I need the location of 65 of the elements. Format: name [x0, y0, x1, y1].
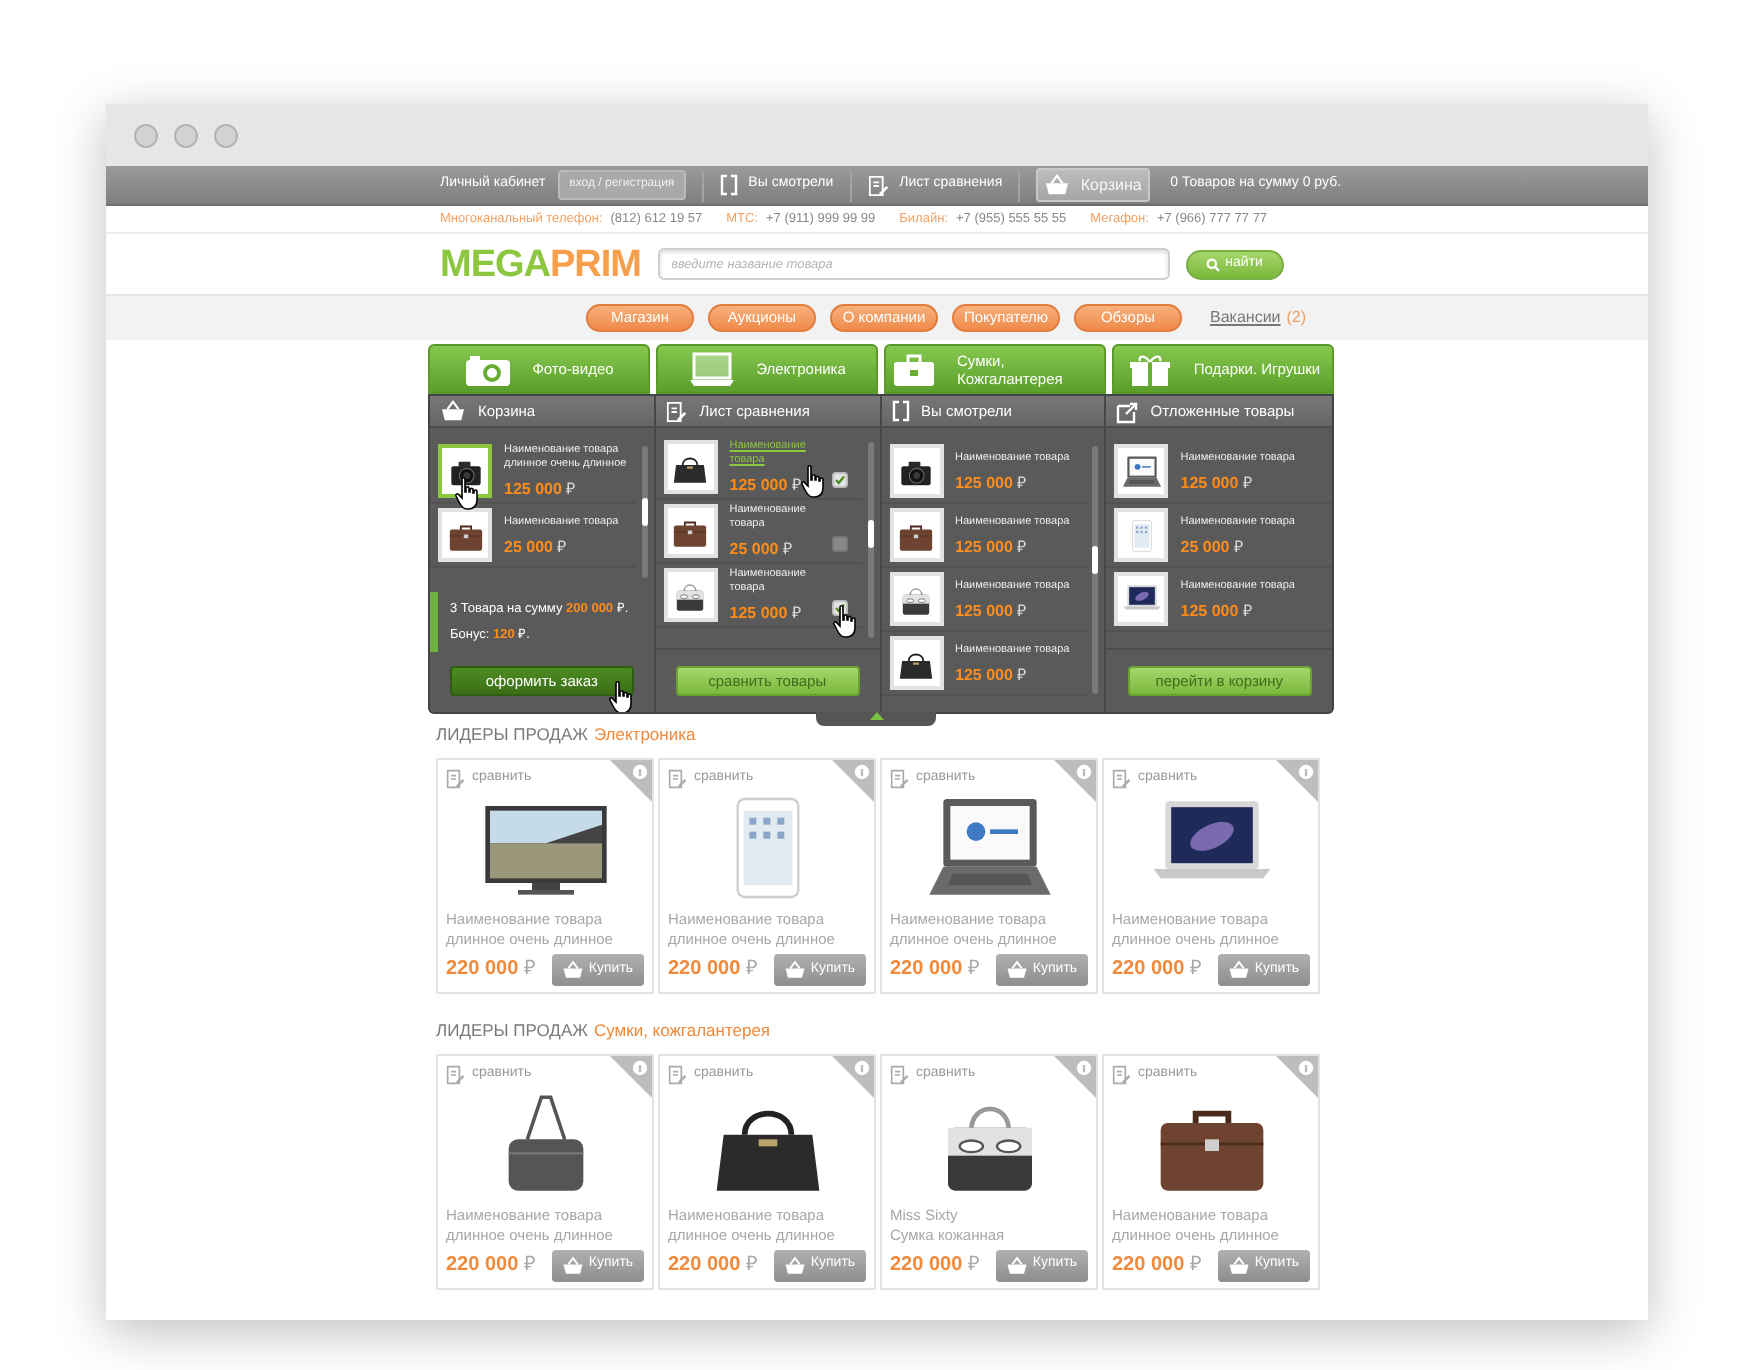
product-price: 25 000 ₽ — [504, 537, 568, 555]
basket-icon — [1228, 1255, 1251, 1275]
document-icon — [668, 767, 688, 790]
compare-checkbox[interactable] — [831, 536, 847, 552]
product-price: 220 000 ₽ — [1112, 1252, 1202, 1280]
basket-icon — [1006, 959, 1029, 980]
basket-icon — [562, 1255, 585, 1275]
document-icon — [668, 1063, 688, 1085]
document-icon — [446, 1063, 466, 1085]
document-icon — [446, 767, 466, 790]
accent-bar — [430, 592, 438, 652]
basket-icon — [1044, 174, 1071, 196]
brackets-icon — [720, 174, 739, 196]
product-price: 125 000 ₽ — [1180, 473, 1253, 491]
vacancies-link[interactable]: Вакансии — [1210, 306, 1281, 330]
laptop-drawing — [1119, 451, 1164, 491]
document-icon — [890, 1063, 910, 1085]
product-price: 125 000 ₽ — [955, 665, 1028, 683]
document-icon — [665, 399, 688, 423]
product-price: 220 000 ₽ — [668, 1252, 758, 1280]
product-price: 220 000 ₽ — [668, 956, 758, 985]
basket-icon — [1228, 959, 1251, 980]
compare-checkbox[interactable] — [831, 472, 847, 488]
basket-icon — [784, 1255, 807, 1275]
section-title: ЛИДЕРЫ ПРОДАЖ — [436, 722, 588, 748]
product-price: 220 000 ₽ — [890, 956, 980, 985]
laptop-icon — [688, 351, 737, 387]
search-icon — [1205, 257, 1220, 271]
product-price: 125 000 ₽ — [955, 601, 1028, 619]
document-icon — [867, 173, 890, 197]
product-price: 125 000 ₽ — [729, 476, 802, 494]
export-icon — [1116, 399, 1139, 423]
scrollbar[interactable] — [867, 442, 873, 638]
product-price: 220 000 ₽ — [446, 956, 536, 985]
product-price: 125 000 ₽ — [955, 473, 1028, 491]
category-link[interactable]: Сумки, кожгалантерея — [593, 1017, 771, 1043]
vacancy-count: (2) — [1286, 306, 1307, 330]
scrollbar[interactable] — [1092, 446, 1099, 694]
product-price: 25 000 ₽ — [1180, 537, 1244, 555]
product-price: 125 000 ₽ — [1180, 601, 1253, 619]
briefcase-icon — [889, 351, 937, 387]
collapse-handle[interactable] — [816, 712, 936, 726]
product-price: 125 000 ₽ — [729, 604, 802, 622]
gift-icon — [1125, 351, 1174, 387]
document-icon — [1112, 767, 1132, 790]
camera-icon — [464, 351, 513, 387]
section-title: ЛИДЕРЫ ПРОДАЖ — [436, 1017, 588, 1043]
product-price: 220 000 ₽ — [1112, 956, 1202, 985]
scrollbar[interactable] — [641, 446, 648, 578]
product-price: 220 000 ₽ — [446, 1252, 536, 1280]
product-thumbnail[interactable] — [438, 444, 492, 498]
brackets-icon — [891, 400, 909, 422]
cart-button[interactable]: Корзина — [1036, 168, 1151, 202]
product-price: 125 000 ₽ — [504, 480, 577, 498]
product-price: 125 000 ₽ — [955, 537, 1028, 555]
document-icon — [890, 767, 910, 790]
basket-icon — [562, 959, 585, 980]
logo[interactable]: MEGAPRIM — [440, 245, 641, 283]
basket-icon — [1006, 1255, 1029, 1275]
category-link[interactable]: Электроника — [593, 722, 696, 748]
basket-icon — [440, 400, 466, 422]
document-icon — [1112, 1063, 1132, 1085]
basket-icon — [784, 959, 807, 980]
product-price: 25 000 ₽ — [729, 540, 793, 558]
product-price: 220 000 ₽ — [890, 1252, 980, 1280]
